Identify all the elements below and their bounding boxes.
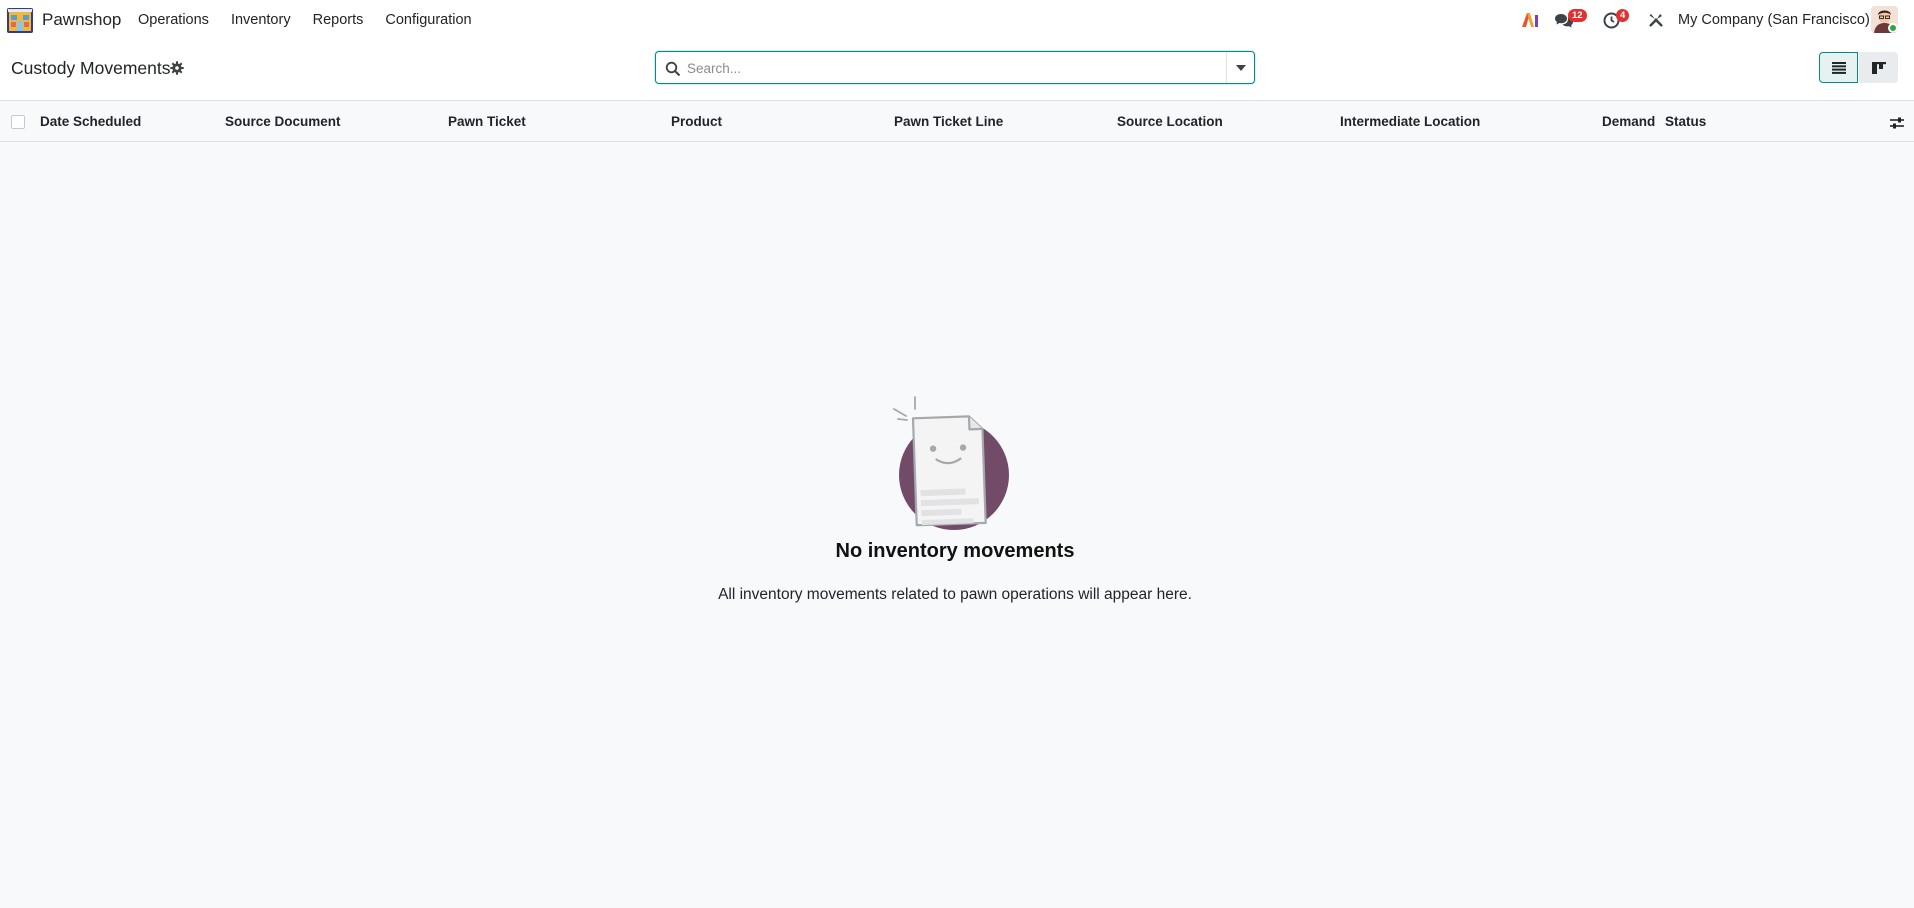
column-intermediate-location[interactable]: Intermediate Location xyxy=(1340,114,1480,129)
select-all-checkbox[interactable] xyxy=(11,115,25,129)
debug-tools-icon[interactable] xyxy=(1648,12,1664,28)
caret-down-icon xyxy=(1235,64,1246,71)
search-bar xyxy=(655,51,1255,84)
activities-badge: 4 xyxy=(1616,9,1630,22)
app-brand[interactable]: Pawnshop xyxy=(42,10,121,30)
column-pawn-ticket[interactable]: Pawn Ticket xyxy=(448,114,526,129)
menu-reports[interactable]: Reports xyxy=(313,12,364,28)
column-status[interactable]: Status xyxy=(1665,114,1706,129)
list-header: Date Scheduled Source Document Pawn Tick… xyxy=(0,102,1914,142)
user-online-status xyxy=(1888,23,1898,33)
page-title: Custody Movements xyxy=(11,58,171,78)
column-product[interactable]: Product xyxy=(671,114,722,129)
main-menu: Operations Inventory Reports Configurati… xyxy=(138,12,494,28)
kanban-view-icon xyxy=(1871,61,1886,74)
gear-icon[interactable] xyxy=(170,61,184,75)
empty-state-illustration xyxy=(893,396,1009,530)
empty-state-description: All inventory movements related to pawn … xyxy=(718,586,1192,603)
menu-operations[interactable]: Operations xyxy=(138,12,209,28)
search-input[interactable] xyxy=(687,57,1207,79)
column-source-location[interactable]: Source Location xyxy=(1117,114,1223,129)
list-view-button[interactable] xyxy=(1819,52,1858,83)
app-switcher-icon[interactable] xyxy=(7,8,33,33)
menu-inventory[interactable]: Inventory xyxy=(231,12,291,28)
control-panel: Custody Movements xyxy=(0,40,1914,101)
column-pawn-ticket-line[interactable]: Pawn Ticket Line xyxy=(894,114,1003,129)
column-source-document[interactable]: Source Document xyxy=(225,114,341,129)
messages-badge: 12 xyxy=(1568,9,1587,22)
ai-assistant-icon[interactable] xyxy=(1521,12,1539,28)
empty-state-title: No inventory movements xyxy=(835,540,1075,562)
column-settings-icon[interactable] xyxy=(1889,115,1905,131)
search-options-toggle[interactable] xyxy=(1226,52,1254,83)
top-navbar: Pawnshop Operations Inventory Reports Co… xyxy=(0,0,1914,40)
company-switcher[interactable]: My Company (San Francisco) xyxy=(1678,12,1870,28)
list-view-icon xyxy=(1831,61,1846,74)
menu-configuration[interactable]: Configuration xyxy=(385,12,471,28)
search-icon xyxy=(665,61,681,77)
column-date-scheduled[interactable]: Date Scheduled xyxy=(40,114,141,129)
kanban-view-button[interactable] xyxy=(1859,52,1898,83)
column-demand[interactable]: Demand xyxy=(1602,114,1655,129)
